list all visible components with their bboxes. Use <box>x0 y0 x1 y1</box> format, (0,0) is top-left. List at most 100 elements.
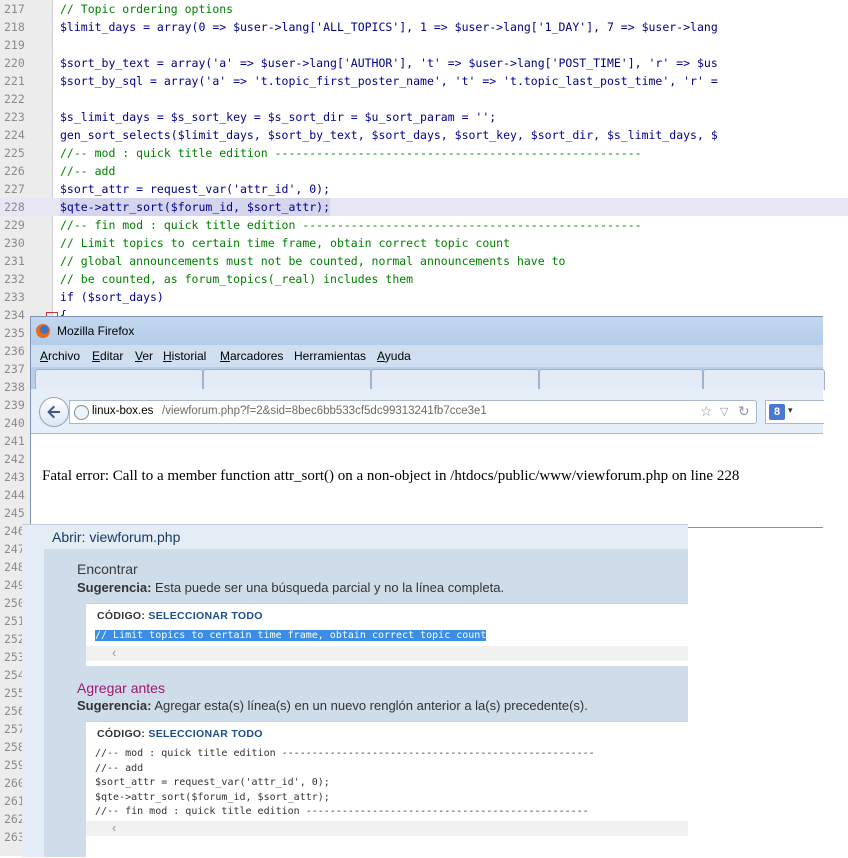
history-dropdown-icon[interactable]: ▽ <box>720 405 728 418</box>
code-line[interactable]: 227 $sort_attr = request_var('attr_id', 0… <box>0 180 848 198</box>
line-text: // be counted, as forum_topics(_real) in… <box>60 272 414 286</box>
window-title: Mozilla Firefox <box>57 324 135 338</box>
code-line[interactable]: 219 <box>0 36 848 54</box>
fatal-error-message: Fatal error: Call to a member function a… <box>42 468 740 484</box>
chevron-down-icon: ▾ <box>788 405 793 415</box>
menu-marcadores[interactable]: Marcadores <box>220 349 283 363</box>
code-line[interactable]: 229 //-- fin mod : quick title edition --… <box>0 216 848 234</box>
code-line[interactable]: 226 //-- add <box>0 162 848 180</box>
menu-ver[interactable]: Ver <box>135 349 153 363</box>
add-before-suggestion: Sugerencia: Agregar esta(s) línea(s) en … <box>77 698 588 713</box>
add-before-heading: Agregar antes <box>77 680 165 696</box>
code-line[interactable]: 221 $sort_by_sql = array('a' => 't.topic_… <box>0 72 848 90</box>
code-line[interactable]: 231 // global announcements must not be c… <box>0 252 848 270</box>
find-code[interactable]: // Limit topics to certain time frame, o… <box>95 629 487 644</box>
url-path: /viewforum.php?f=2&sid=8bec6bb533cf5dc99… <box>162 405 487 417</box>
browser-tab[interactable] <box>35 369 203 390</box>
line-number: 231 <box>4 254 25 268</box>
find-suggestion: Sugerencia: Esta puede ser una búsqueda … <box>77 580 505 595</box>
line-text: // global announcements must not be coun… <box>60 254 566 268</box>
line-number: 245 <box>4 506 25 520</box>
code-line[interactable]: 220 $sort_by_text = array('a' => $user->l… <box>0 54 848 72</box>
line-number: 223 <box>4 110 25 124</box>
menu-editar[interactable]: Editar <box>92 349 123 363</box>
horizontal-scrollbar[interactable]: ‹ <box>86 820 688 836</box>
line-number: 221 <box>4 74 25 88</box>
line-text: //-- mod : quick title edition ---------… <box>60 146 642 160</box>
menu-historial[interactable]: Historial <box>163 349 206 363</box>
browser-tab[interactable] <box>703 369 825 390</box>
globe-icon <box>74 405 89 420</box>
back-arrow-icon <box>47 405 60 419</box>
line-text: $qte->attr_sort($forum_id, $sort_attr); <box>60 198 331 216</box>
line-text: //-- fin mod : quick title edition -----… <box>60 218 642 232</box>
code-line[interactable]: 224 gen_sort_selects($limit_days, $sort_b… <box>0 126 848 144</box>
line-number: 242 <box>4 452 25 466</box>
line-number: 234 <box>4 308 25 322</box>
find-heading: Encontrar <box>77 561 138 577</box>
find-code-header: CÓDIGO: SELECCIONAR TODO <box>97 610 263 622</box>
menu-bar: Archivo Editar Ver Historial Marcadores … <box>31 345 823 367</box>
page-content: Fatal error: Call to a member function a… <box>31 434 823 527</box>
menu-archivo[interactable]: Archivo <box>40 349 80 363</box>
line-number: 219 <box>4 38 25 52</box>
line-number: 226 <box>4 164 25 178</box>
line-number: 233 <box>4 290 25 304</box>
navigation-bar: linux-box.es /viewforum.php?f=2&sid=8bec… <box>31 389 824 434</box>
select-all-link[interactable]: SELECCIONAR TODO <box>148 610 262 622</box>
mod-instructions-panel: Abrir: viewforum.php Encontrar Sugerenci… <box>22 524 688 858</box>
code-line[interactable]: 230 // Limit topics to certain time frame… <box>0 234 848 252</box>
menu-herramientas[interactable]: Herramientas <box>294 349 366 363</box>
line-number: 227 <box>4 182 25 196</box>
line-number: 224 <box>4 128 25 142</box>
line-text: // Topic ordering options <box>60 2 234 16</box>
google-icon: 8 <box>769 404 785 420</box>
reload-icon[interactable]: ↻ <box>738 403 750 420</box>
line-number: 229 <box>4 218 25 232</box>
line-text: //-- add <box>60 164 116 178</box>
search-engine-selector[interactable]: 8 ▾ <box>765 400 824 424</box>
line-number: 237 <box>4 362 25 376</box>
open-file-title: Abrir: viewforum.php <box>52 529 181 545</box>
code-line[interactable]: 217 // Topic ordering options <box>0 0 848 18</box>
scroll-left-icon[interactable]: ‹ <box>112 645 116 660</box>
line-text: $limit_days = array(0 => $user->lang['AL… <box>60 20 718 34</box>
title-bar: Mozilla Firefox <box>31 317 823 345</box>
line-text: // Limit topics to certain time frame, o… <box>60 236 511 250</box>
code-line[interactable]: 222 <box>0 90 848 108</box>
code-line[interactable]: 218 $limit_days = array(0 => $user->lang[… <box>0 18 848 36</box>
code-line[interactable]: 232 // be counted, as forum_topics(_real)… <box>0 270 848 288</box>
firefox-window: Mozilla Firefox Archivo Editar Ver Histo… <box>30 316 825 528</box>
code-line[interactable]: 223 $s_limit_days = $s_sort_key = $s_sort… <box>0 108 848 126</box>
browser-tab[interactable] <box>539 369 703 390</box>
code-line[interactable]: 228 $qte->attr_sort($forum_id, $sort_attr… <box>0 198 848 216</box>
browser-tab[interactable] <box>203 369 371 390</box>
line-number: 228 <box>4 200 25 214</box>
horizontal-scrollbar[interactable]: ‹ <box>86 645 688 661</box>
bookmark-star-icon[interactable]: ☆ <box>700 403 713 420</box>
line-number: 239 <box>4 398 25 412</box>
add-before-code[interactable]: //-- mod : quick title edition ---------… <box>95 747 595 820</box>
scroll-left-icon[interactable]: ‹ <box>112 820 116 835</box>
line-text: gen_sort_selects($limit_days, $sort_by_t… <box>60 128 718 142</box>
tab-strip <box>31 367 825 390</box>
browser-tab[interactable] <box>371 369 539 390</box>
url-bar[interactable]: linux-box.es /viewforum.php?f=2&sid=8bec… <box>69 400 757 424</box>
line-number: 235 <box>4 326 25 340</box>
mod-instructions-box: Encontrar Sugerencia: Esta puede ser una… <box>44 549 688 858</box>
line-number: 244 <box>4 488 25 502</box>
code-line[interactable]: 225 //-- mod : quick title edition ------… <box>0 144 848 162</box>
line-number: 217 <box>4 2 25 16</box>
code-line[interactable]: 233 if ($sort_days) <box>0 288 848 306</box>
add-before-code-box: CÓDIGO: SELECCIONAR TODO //-- mod : quic… <box>86 721 688 858</box>
menu-ayuda[interactable]: Ayuda <box>377 349 411 363</box>
back-button[interactable] <box>39 397 69 427</box>
line-text: $sort_attr = request_var('attr_id', 0); <box>60 182 331 196</box>
line-number: 222 <box>4 92 25 106</box>
select-all-link[interactable]: SELECCIONAR TODO <box>148 728 262 740</box>
line-text: $s_limit_days = $s_sort_key = $s_sort_di… <box>60 110 497 124</box>
line-number: 230 <box>4 236 25 250</box>
line-number: 238 <box>4 380 25 394</box>
find-code-box: CÓDIGO: SELECCIONAR TODO // Limit topics… <box>86 603 688 666</box>
firefox-logo-icon <box>36 324 50 338</box>
